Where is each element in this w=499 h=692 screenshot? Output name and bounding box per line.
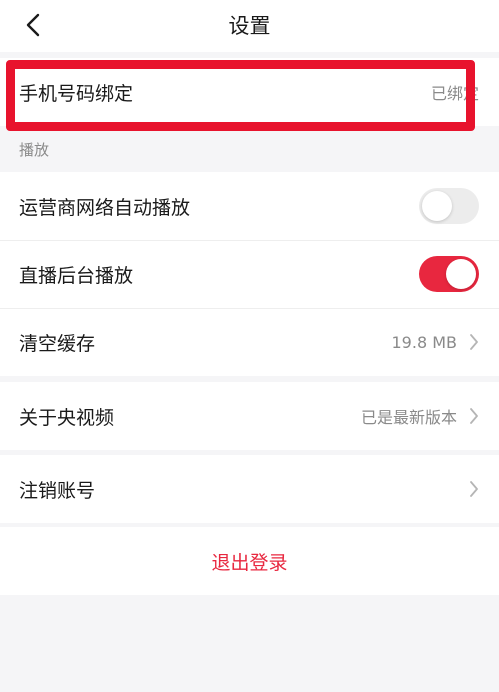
cache-size: 19.8 MB (391, 332, 458, 352)
clear-cache-label: 清空缓存 (19, 332, 96, 355)
chevron-right-icon (470, 481, 478, 497)
playback-group-header: 播放 (0, 128, 499, 170)
clear-cache-row[interactable]: 清空缓存 19.8 MB (0, 308, 499, 376)
phone-binding-label: 手机号码绑定 (19, 82, 134, 105)
cancel-account-row[interactable]: 注销账号 (0, 455, 499, 523)
carrier-autoplay-row: 运营商网络自动播放 (0, 172, 499, 240)
top-bar: 设置 (0, 0, 499, 52)
version-status: 已是最新版本 (360, 408, 457, 427)
background-play-row: 直播后台播放 (0, 240, 499, 308)
about-section: 关于央视频 已是最新版本 (0, 382, 499, 450)
chevron-right-icon (470, 334, 478, 350)
about-label: 关于央视频 (19, 406, 115, 429)
background-play-toggle[interactable] (419, 256, 479, 292)
cancel-account-label: 注销账号 (19, 479, 96, 502)
toggle-knob (422, 191, 452, 221)
carrier-autoplay-label: 运营商网络自动播放 (19, 196, 191, 219)
account-section: 手机号码绑定 已绑定 (0, 58, 499, 126)
page-title: 设置 (228, 14, 271, 38)
phone-binding-row[interactable]: 手机号码绑定 已绑定 (0, 58, 499, 126)
logout-button[interactable]: 退出登录 (0, 527, 499, 595)
toggle-knob (446, 259, 476, 289)
about-row[interactable]: 关于央视频 已是最新版本 (0, 382, 499, 450)
playback-section: 运营商网络自动播放 直播后台播放 清空缓存 19.8 MB (0, 172, 499, 376)
chevron-right-icon (470, 408, 478, 424)
carrier-autoplay-toggle[interactable] (419, 188, 479, 224)
logout-section: 退出登录 (0, 527, 499, 595)
cancel-account-section: 注销账号 (0, 455, 499, 523)
background-play-label: 直播后台播放 (19, 264, 134, 287)
settings-page: 设置 手机号码绑定 已绑定 播放 运营商网络自动播放 直播后台播放 清空缓存 1… (0, 0, 499, 692)
phone-binding-status: 已绑定 (430, 84, 479, 103)
